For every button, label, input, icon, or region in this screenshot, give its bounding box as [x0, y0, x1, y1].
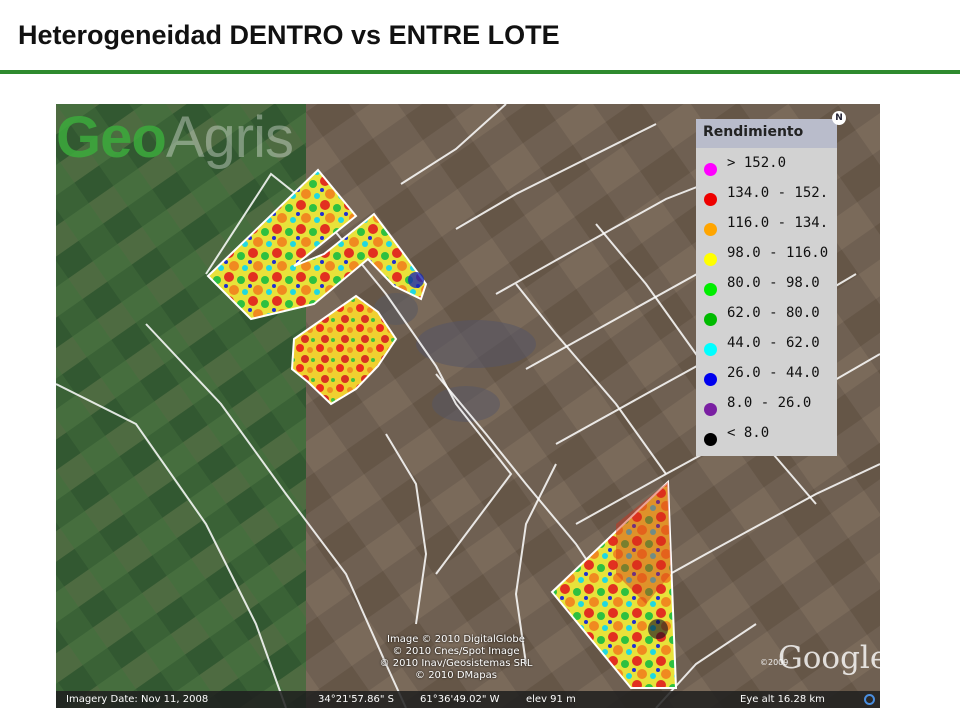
legend-color-swatch: [704, 193, 717, 206]
imagery-date: Imagery Date: Nov 11, 2008: [66, 694, 209, 705]
google-logo: Google: [778, 640, 880, 676]
legend-item: 26.0 - 44.0: [696, 358, 837, 388]
globe-status-icon: [864, 694, 875, 705]
copyright-line: Image © 2010 DigitalGlobe: [387, 634, 525, 645]
legend-item: 80.0 - 98.0: [696, 268, 837, 298]
elevation-readout: elev 91 m: [526, 694, 576, 705]
legend-color-swatch: [704, 343, 717, 356]
legend-label: < 8.0: [727, 425, 770, 441]
geoagris-watermark: GeoAgris: [56, 104, 294, 171]
page-title: Heterogeneidad DENTRO vs ENTRE LOTE: [18, 20, 560, 50]
copyright-line: © 2010 DMapas: [415, 670, 497, 681]
legend-label: 116.0 - 134.: [727, 215, 829, 231]
legend-item: 8.0 - 26.0: [696, 388, 837, 418]
legend-color-swatch: [704, 373, 717, 386]
legend-item: 116.0 - 134.: [696, 208, 837, 238]
legend-item: < 8.0: [696, 418, 837, 448]
legend-title: Rendimiento: [696, 119, 837, 148]
latitude-readout: 34°21'57.86" S: [318, 694, 394, 705]
copyright-line: © 2010 Inav/Geosistemas SRL: [379, 658, 533, 669]
imagery-copyright: Image © 2010 DigitalGlobe © 2010 Cnes/Sp…: [376, 634, 536, 682]
legend-color-swatch: [704, 403, 717, 416]
title-divider: [0, 70, 960, 74]
legend-label: 62.0 - 80.0: [727, 305, 820, 321]
legend-color-swatch: [704, 223, 717, 236]
legend-item: 62.0 - 80.0: [696, 298, 837, 328]
legend-item: 98.0 - 116.0: [696, 238, 837, 268]
legend-item: > 152.0: [696, 148, 837, 178]
watermark-agris: Agris: [165, 105, 294, 170]
legend-item: 134.0 - 152.: [696, 178, 837, 208]
eye-altitude-readout: Eye alt 16.28 km: [740, 694, 825, 705]
legend-color-swatch: [704, 163, 717, 176]
legend-label: 98.0 - 116.0: [727, 245, 829, 261]
legend-color-swatch: [704, 313, 717, 326]
legend-label: 44.0 - 62.0: [727, 335, 820, 351]
copyright-line: © 2010 Cnes/Spot Image: [392, 646, 520, 657]
legend-label: 134.0 - 152.: [727, 185, 829, 201]
watermark-geo: Geo: [56, 105, 167, 170]
legend-item: 44.0 - 62.0: [696, 328, 837, 358]
legend-color-swatch: [704, 283, 717, 296]
legend-color-swatch: [704, 253, 717, 266]
yield-legend: Rendimiento > 152.0 134.0 - 152. 116.0 -…: [696, 119, 837, 456]
longitude-readout: 61°36'49.02" W: [420, 694, 500, 705]
legend-color-swatch: [704, 433, 717, 446]
legend-label: 80.0 - 98.0: [727, 275, 820, 291]
map-status-bar: Imagery Date: Nov 11, 2008 34°21'57.86" …: [56, 691, 880, 708]
legend-label: 8.0 - 26.0: [727, 395, 812, 411]
satellite-map[interactable]: GeoAgris Rendimiento > 152.0 134.0 - 152…: [56, 104, 880, 708]
north-arrow-icon[interactable]: N: [832, 111, 846, 125]
legend-label: 26.0 - 44.0: [727, 365, 820, 381]
legend-label: > 152.0: [727, 155, 787, 171]
